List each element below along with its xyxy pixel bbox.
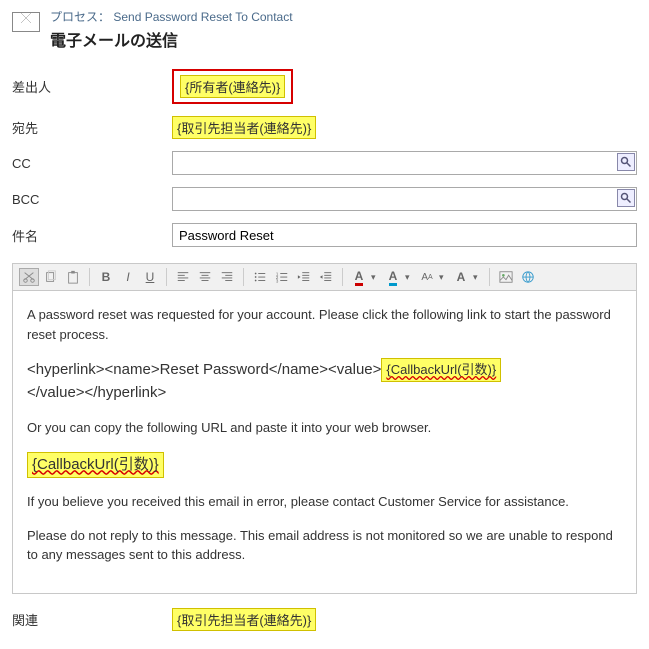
lookup-icon[interactable] [617, 189, 635, 207]
font-color-icon[interactable]: A [349, 268, 369, 286]
indent-icon[interactable] [316, 268, 336, 286]
image-icon[interactable] [496, 268, 516, 286]
align-right-icon[interactable] [217, 268, 237, 286]
paste-icon[interactable] [63, 268, 83, 286]
underline-icon[interactable]: U [140, 268, 160, 286]
mail-icon [12, 12, 40, 32]
hyper-post: </value></hyperlink> [27, 384, 166, 401]
from-label: 差出人 [12, 77, 172, 96]
svg-text:3: 3 [276, 278, 279, 283]
related-value[interactable]: {取引先担当者(連絡先)} [172, 608, 316, 631]
cut-icon[interactable] [19, 268, 39, 286]
page-title: 電子メールの送信 [50, 27, 293, 51]
process-line: プロセス： Send Password Reset To Contact [50, 8, 293, 25]
chevron-down-icon[interactable]: ▾ [405, 272, 415, 283]
to-label: 宛先 [12, 118, 172, 137]
process-prefix: プロセス： [50, 10, 110, 24]
cc-label: CC [12, 156, 172, 171]
align-center-icon[interactable] [195, 268, 215, 286]
body-p3: If you believe you received this email i… [27, 492, 622, 512]
outdent-icon[interactable] [294, 268, 314, 286]
italic-icon[interactable]: I [118, 268, 138, 286]
chevron-down-icon[interactable]: ▾ [439, 272, 449, 283]
bullet-list-icon[interactable] [250, 268, 270, 286]
body-p2: Or you can copy the following URL and pa… [27, 418, 622, 438]
copy-icon[interactable] [41, 268, 61, 286]
chevron-down-icon[interactable]: ▾ [473, 272, 483, 283]
font-family-icon[interactable]: A [451, 268, 471, 286]
hyper-pre: <hyperlink><name>Reset Password</name><v… [27, 361, 381, 378]
related-label: 関連 [12, 610, 172, 629]
subject-label: 件名 [12, 226, 172, 245]
body-hyperlink-line: <hyperlink><name>Reset Password</name><v… [27, 358, 622, 404]
from-value[interactable]: {所有者(連絡先)} [180, 75, 285, 98]
callback-token: {CallbackUrl(引数)} [381, 358, 501, 382]
callback-token: {CallbackUrl(引数)} [27, 452, 164, 479]
editor-toolbar: B I U 123 A▾ A▾ AA▾ A▾ [12, 263, 637, 291]
bold-icon[interactable]: B [96, 268, 116, 286]
cc-input[interactable] [172, 151, 637, 175]
from-highlight-frame: {所有者(連絡先)} [172, 69, 293, 104]
bg-color-icon[interactable]: A [383, 268, 403, 286]
bcc-label: BCC [12, 192, 172, 207]
subject-input[interactable] [172, 223, 637, 247]
body-p1: A password reset was requested for your … [27, 305, 622, 344]
chevron-down-icon[interactable]: ▾ [371, 272, 381, 283]
email-body-editor[interactable]: A password reset was requested for your … [12, 291, 637, 594]
lookup-icon[interactable] [617, 153, 635, 171]
to-value[interactable]: {取引先担当者(連絡先)} [172, 116, 316, 139]
font-size-icon[interactable]: AA [417, 268, 437, 286]
body-p4: Please do not reply to this message. Thi… [27, 526, 622, 565]
number-list-icon[interactable]: 123 [272, 268, 292, 286]
bcc-input[interactable] [172, 187, 637, 211]
align-left-icon[interactable] [173, 268, 193, 286]
process-name: Send Password Reset To Contact [113, 10, 292, 24]
link-icon[interactable] [518, 268, 538, 286]
